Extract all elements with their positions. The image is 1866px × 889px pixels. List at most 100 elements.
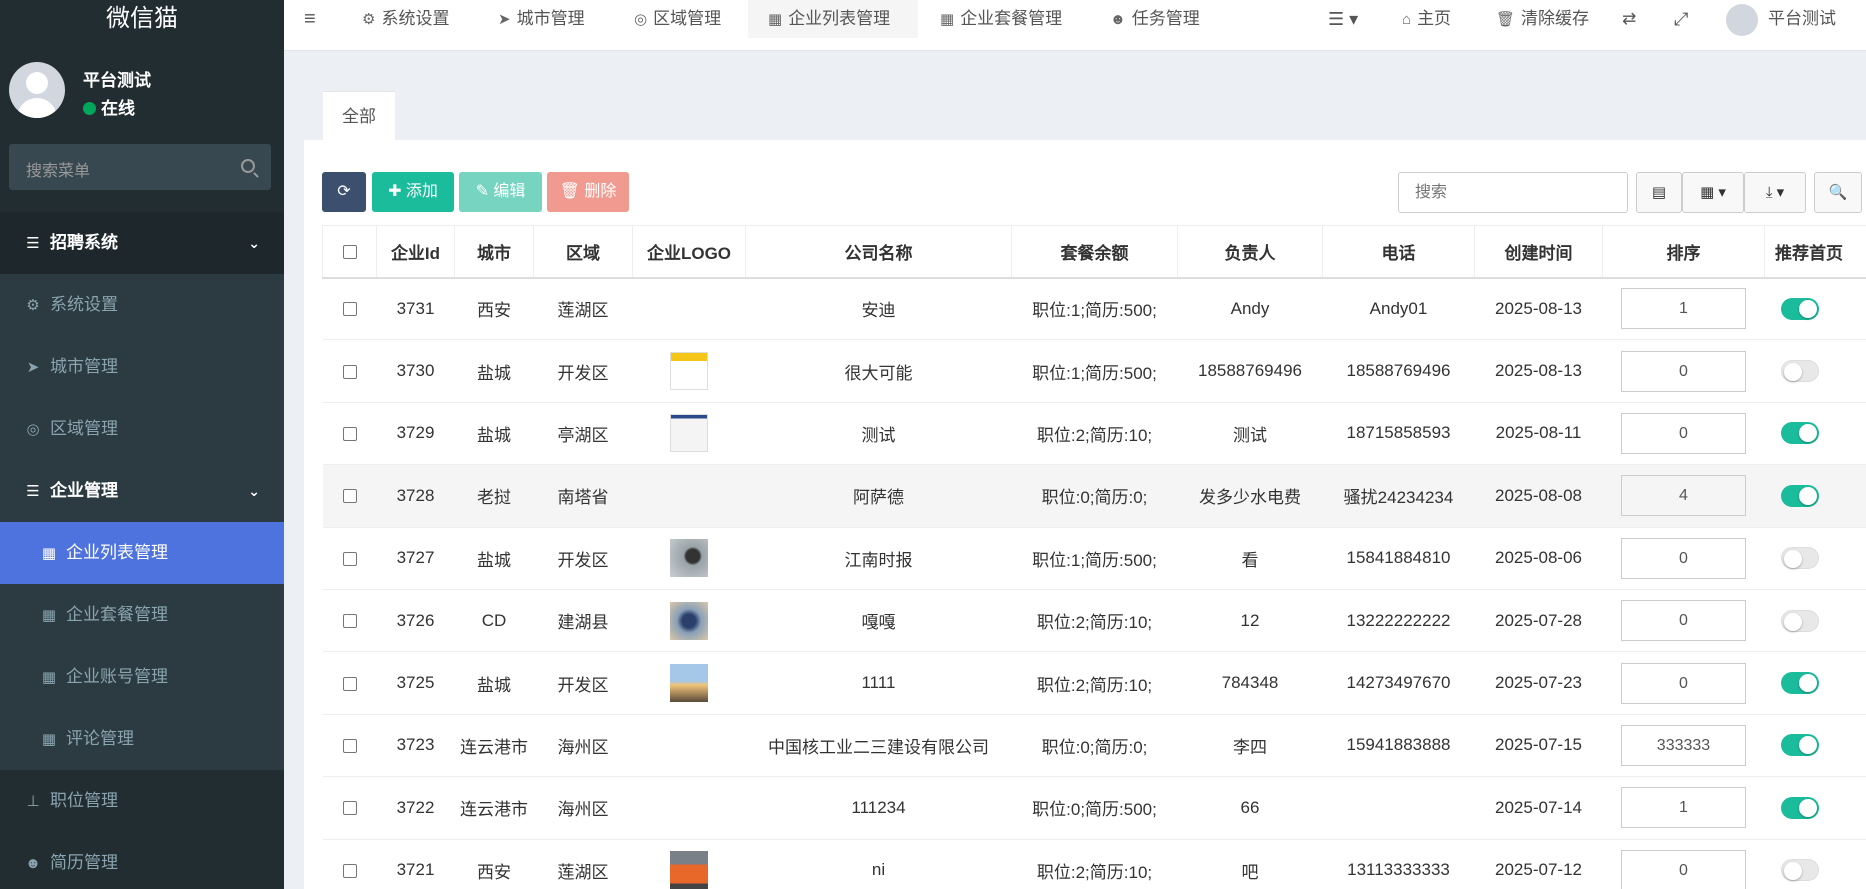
sidebar-item-recruit[interactable]: ☰ 招聘系统 ⌄ (0, 212, 284, 274)
nav-clear-cache[interactable]: 🗑 清除缓存 (1496, 0, 1589, 38)
sidebar-item-jobs[interactable]: ⊥ 职位管理 (0, 770, 284, 832)
cell-recommend (1764, 527, 1866, 590)
sidebar-search-input[interactable]: 搜索菜单 (9, 144, 271, 190)
search-icon[interactable] (241, 159, 255, 173)
sidebar-item-comments[interactable]: ▦ 评论管理 (0, 708, 284, 770)
sidebar-item-resumes[interactable]: ☻ 简历管理 (0, 832, 284, 889)
sidebar-item-company-account[interactable]: ▦ 企业账号管理 (0, 646, 284, 708)
sort-input[interactable]: 333333 (1621, 724, 1746, 766)
sort-input[interactable]: 0 (1621, 537, 1746, 579)
row-checkbox[interactable] (322, 589, 377, 653)
row-checkbox[interactable] (322, 277, 377, 341)
recommend-toggle[interactable] (1780, 547, 1819, 570)
sort-input[interactable]: 0 (1621, 350, 1746, 392)
table-row[interactable]: 3725 盐城 开发区 1111 职位:2;简历:10; 784348 1427349767… (322, 651, 1866, 715)
company-logo-image[interactable] (670, 414, 708, 453)
sort-input[interactable]: 0 (1621, 600, 1746, 642)
company-logo-image[interactable] (670, 664, 708, 703)
table-row[interactable]: 3729 盐城 亭湖区 测试 职位:2;简历:10; 测试 18715858593 2025-… (322, 402, 1866, 466)
sidebar-item-company-package[interactable]: ▦ 企业套餐管理 (0, 584, 284, 646)
brand-logo[interactable]: 微信猫 (0, 0, 284, 38)
sort-input[interactable]: 0 (1621, 412, 1746, 454)
recommend-toggle[interactable] (1780, 360, 1819, 383)
table-search-input[interactable] (1398, 172, 1628, 213)
company-logo-image[interactable] (670, 539, 708, 578)
toggle-view-button[interactable]: ▤ (1636, 172, 1682, 213)
sidebar-item-company[interactable]: ☰ 企业管理 ⌄ (0, 460, 284, 522)
cell-area: 建湖县 (533, 589, 633, 653)
sidebar-item-area[interactable]: ◎ 区域管理 (0, 398, 284, 460)
translate-icon[interactable]: ⇄ (1622, 0, 1636, 38)
company-logo-image[interactable] (670, 601, 708, 640)
table-row[interactable]: 3723 连云港市 海州区 中国核工业二三建设有限公司 职位:0;简历:0; 李四 1594… (322, 714, 1866, 778)
row-checkbox[interactable] (322, 651, 377, 715)
col-header[interactable]: 负责人 (1177, 225, 1323, 279)
row-checkbox[interactable] (322, 776, 377, 840)
nav-home[interactable]: ⌂ 主页 (1402, 0, 1451, 38)
tab-company-list[interactable]: ▦ 企业列表管理 (748, 0, 918, 38)
select-all-checkbox[interactable] (322, 225, 377, 279)
tab-all[interactable]: 全部 (323, 91, 395, 141)
table-row[interactable]: 3727 盐城 开发区 江南时报 职位:1;简历:500; 看 15841884810 202… (322, 527, 1866, 590)
tab-company-package[interactable]: ▦ 企业套餐管理 (940, 0, 1062, 38)
search-button[interactable]: 🔍 (1814, 172, 1862, 213)
row-checkbox[interactable] (322, 464, 377, 528)
sidebar-item-system[interactable]: ⚙ 系统设置 (0, 274, 284, 336)
recommend-toggle[interactable] (1780, 859, 1819, 882)
sort-input[interactable]: 1 (1621, 787, 1746, 829)
recommend-toggle[interactable] (1780, 422, 1819, 445)
col-header[interactable]: 企业Id (376, 225, 455, 279)
nav-user[interactable]: 平台测试 (1726, 0, 1836, 38)
recommend-toggle[interactable] (1780, 796, 1819, 819)
row-checkbox[interactable] (322, 402, 377, 466)
refresh-button[interactable]: ⟳ (322, 172, 366, 212)
recommend-toggle[interactable] (1780, 297, 1819, 320)
table-row[interactable]: 3726 CD 建湖县 嘎嘎 职位:2;简历:10; 12 13222222222 2025-… (322, 589, 1866, 653)
tab-system[interactable]: ⚙ 系统设置 (360, 0, 451, 38)
col-header[interactable]: 电话 (1322, 225, 1475, 279)
table-row[interactable]: 3731 西安 莲湖区 安迪 职位:1;简历:500; Andy Andy01 2025-08… (322, 277, 1866, 341)
tab-city[interactable]: ➤ 城市管理 (498, 0, 585, 38)
cell-city: 盐城 (454, 402, 534, 466)
col-header[interactable]: 推荐首页 (1764, 225, 1866, 279)
row-checkbox[interactable] (322, 839, 377, 889)
tab-area[interactable]: ◎ 区域管理 (634, 0, 721, 38)
table-row[interactable]: 3722 连云港市 海州区 111234 职位:0;简历:500; 66 2025-07-1… (322, 776, 1866, 840)
export-button[interactable]: ⤓ ▾ (1744, 172, 1806, 213)
table-row[interactable]: 3730 盐城 开发区 很大可能 职位:1;简历:500; 18588769496 1858… (322, 339, 1866, 403)
col-header[interactable]: 企业LOGO (632, 225, 746, 279)
col-header[interactable]: 排序 (1602, 225, 1765, 279)
sort-input[interactable]: 0 (1621, 662, 1746, 704)
row-checkbox[interactable] (322, 714, 377, 778)
columns-button[interactable]: ▦ ▾ (1682, 172, 1744, 213)
recommend-toggle[interactable] (1780, 484, 1819, 507)
list-dropdown-icon[interactable]: ☰ ▾ (1328, 0, 1358, 38)
cell-balance: 职位:0;简历:500; (1011, 776, 1178, 840)
sort-input[interactable]: 0 (1621, 849, 1746, 889)
edit-button[interactable]: ✎ 编辑 (459, 172, 542, 212)
table-row[interactable]: 3728 老挝 南塔省 阿萨德 职位:0;简历:0; 发多少水电费 骚扰24234234 20… (322, 464, 1866, 528)
sidebar-item-company-list[interactable]: ▦ 企业列表管理 (0, 522, 284, 584)
company-logo-image[interactable] (670, 352, 708, 391)
col-header[interactable]: 区域 (533, 225, 633, 279)
col-header[interactable]: 套餐余额 (1011, 225, 1178, 279)
recommend-toggle[interactable] (1780, 734, 1819, 757)
fullscreen-icon[interactable]: ⤢ (1674, 0, 1688, 38)
delete-button[interactable]: 🗑 删除 (547, 172, 629, 212)
row-checkbox[interactable] (322, 339, 377, 403)
table-row[interactable]: 3721 西安 莲湖区 ni 职位:2;简历:10; 吧 13113333333 2025-0… (322, 839, 1866, 889)
sidebar-item-city[interactable]: ➤ 城市管理 (0, 336, 284, 398)
list-alt-icon: ▤ (1651, 184, 1667, 201)
recommend-toggle[interactable] (1780, 672, 1819, 695)
sort-input[interactable]: 1 (1621, 288, 1746, 330)
col-header[interactable]: 公司名称 (745, 225, 1012, 279)
menu-toggle-icon[interactable]: ≡ (304, 0, 316, 38)
col-header[interactable]: 创建时间 (1474, 225, 1603, 279)
sort-input[interactable]: 4 (1621, 475, 1746, 517)
col-header[interactable]: 城市 (454, 225, 534, 279)
add-button[interactable]: ✚ 添加 (372, 172, 454, 212)
company-logo-image[interactable] (670, 851, 708, 889)
recommend-toggle[interactable] (1780, 609, 1819, 632)
row-checkbox[interactable] (322, 527, 377, 590)
tab-tasks[interactable]: ☻ 任务管理 (1110, 0, 1200, 38)
